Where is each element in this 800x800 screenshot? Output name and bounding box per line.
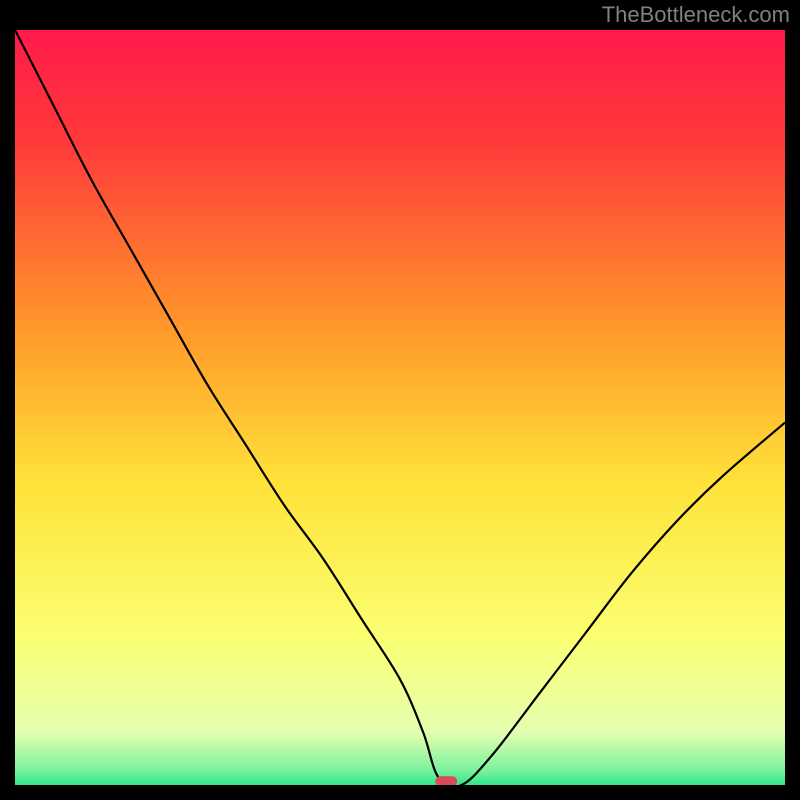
plot-area bbox=[15, 30, 785, 785]
gradient-background bbox=[15, 30, 785, 785]
chart-svg bbox=[15, 30, 785, 785]
chart-container: TheBottleneck.com bbox=[0, 0, 800, 800]
watermark-text: TheBottleneck.com bbox=[602, 2, 790, 28]
optimal-marker bbox=[435, 776, 457, 785]
